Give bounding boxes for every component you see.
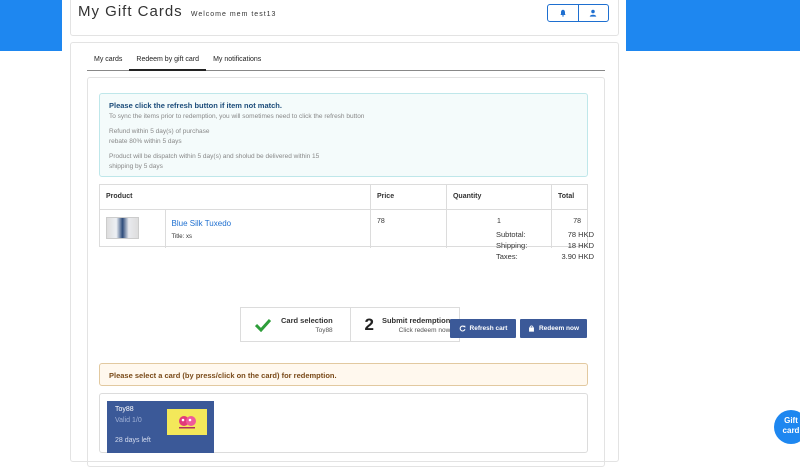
info-sync-text: To sync the items prior to redemption, y… <box>109 113 365 120</box>
gift-card-image <box>167 409 207 435</box>
info-rebate-text: rebate 80% within 5 days <box>109 138 182 145</box>
toy-logo-icon <box>179 416 196 429</box>
header-card: My Gift Cards Welcome mem test13 <box>70 0 619 36</box>
redemption-steps: Card selection Toy88 2 Submit redemption… <box>240 307 460 342</box>
taxes-label: Taxes: <box>496 252 518 261</box>
tab-my-cards[interactable]: My cards <box>87 54 129 71</box>
product-link[interactable]: Blue Silk Tuxedo <box>172 219 364 228</box>
product-subtitle: Title: xs <box>171 233 192 240</box>
taxes-value: 3.90 HKD <box>561 252 594 261</box>
product-price: 78 <box>370 209 447 248</box>
redeem-now-label: Redeem now <box>538 325 580 332</box>
step1-subtitle: Toy88 <box>315 326 333 334</box>
info-shipping-text: shipping by 5 days <box>109 163 163 170</box>
user-button[interactable] <box>577 5 609 21</box>
column-header-product: Product <box>100 185 371 210</box>
subtotal-value: 78 HKD <box>567 230 594 239</box>
tab-my-notifications[interactable]: My notifications <box>206 54 268 71</box>
header-background-left <box>0 0 62 51</box>
gift-card-list: Toy88 Valid 1/0 28 days left <box>99 393 588 453</box>
info-refund-text: Refund within 5 day(s) of purchase <box>109 128 210 135</box>
shipping-label: Shipping: <box>496 241 528 250</box>
tab-bar: My cards Redeem by gift card My notifica… <box>87 54 605 71</box>
gift-card-item[interactable]: Toy88 Valid 1/0 28 days left <box>107 401 214 453</box>
page-title-text: My Gift Cards <box>78 3 183 20</box>
info-dispatch-text: Product will be dispatch within 5 day(s)… <box>109 153 320 160</box>
user-icon <box>590 9 597 17</box>
column-header-price: Price <box>369 185 447 210</box>
page-title: My Gift Cards Welcome mem test13 <box>78 3 276 20</box>
order-totals: Subtotal: 78 HKD Shipping: 18 HKD Taxes: 3.… <box>496 230 594 263</box>
redeem-now-button[interactable]: Redeem now <box>520 319 587 338</box>
select-card-warning: Please select a card (by press/click on … <box>99 363 588 386</box>
bell-icon <box>559 9 566 17</box>
refresh-cart-label: Refresh cart <box>469 325 508 332</box>
step2-subtitle: Click redeem now <box>398 326 451 334</box>
tab-redeem-by-gift-card[interactable]: Redeem by gift card <box>129 54 207 71</box>
checkmark-icon <box>255 318 271 332</box>
step1-title: Card selection <box>281 315 333 325</box>
gift-card-fab-button[interactable]: Gift card <box>774 410 800 444</box>
shopping-bag-icon <box>529 325 534 332</box>
step-card-selection: Card selection Toy88 <box>241 308 350 341</box>
welcome-text: Welcome mem test13 <box>190 11 277 18</box>
header-button-group <box>547 4 609 22</box>
info-alert: Please click the refresh button if item … <box>99 93 588 177</box>
notification-button[interactable] <box>548 5 578 21</box>
subtotal-label: Subtotal: <box>496 230 526 239</box>
fab-label-line1: Gift <box>784 416 798 425</box>
shipping-value: 18 HKD <box>567 241 594 250</box>
refresh-cart-button[interactable]: Refresh cart <box>450 319 516 338</box>
refresh-icon <box>459 325 465 332</box>
step-submit-redemption: 2 Submit redemption Click redeem now <box>349 308 460 341</box>
step2-number: 2 <box>364 314 374 334</box>
column-header-quantity: Quantity <box>445 185 552 210</box>
info-title: Please click the refresh button if item … <box>109 101 282 110</box>
fab-label-line2: card <box>782 426 800 435</box>
header-background-right <box>626 0 800 51</box>
column-header-total: Total <box>550 185 587 210</box>
step2-title: Submit redemption <box>381 315 451 325</box>
product-thumbnail <box>106 216 139 239</box>
gift-card-days-left: 28 days left <box>115 437 151 444</box>
